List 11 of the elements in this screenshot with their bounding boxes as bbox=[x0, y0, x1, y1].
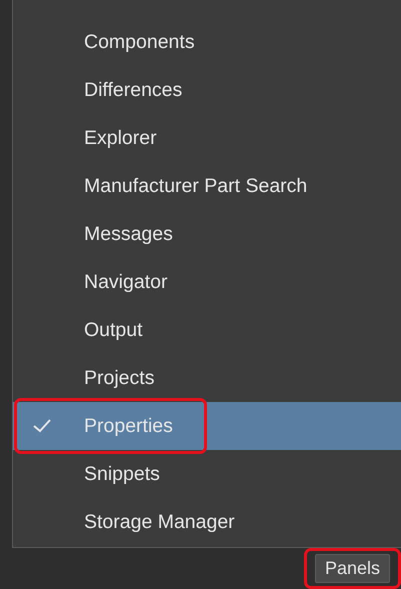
menu-item[interactable]: Manufacturer Part Search bbox=[13, 162, 401, 210]
check-icon bbox=[31, 417, 53, 435]
menu-item[interactable]: Components bbox=[13, 18, 401, 66]
menu-item[interactable]: Output bbox=[13, 306, 401, 354]
annotation-frame: Properties bbox=[14, 398, 207, 454]
menu-item[interactable]: Explorer bbox=[13, 114, 401, 162]
panels-button[interactable]: Panels bbox=[314, 554, 390, 583]
menu-item[interactable]: Differences bbox=[13, 66, 401, 114]
menu-item[interactable]: Navigator bbox=[13, 258, 401, 306]
menu-item[interactable]: Messages bbox=[13, 210, 401, 258]
menu-item[interactable]: Storage Manager bbox=[13, 498, 401, 546]
